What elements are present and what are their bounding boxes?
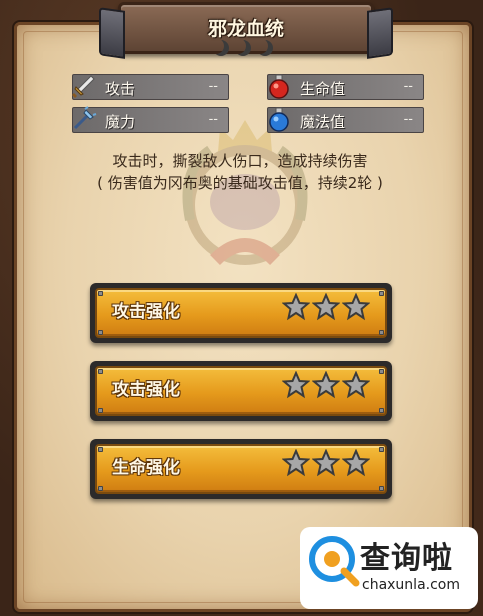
rivet [379,330,384,335]
upgrade-attack-button-2[interactable]: 攻击强化 [90,361,392,421]
rivet [98,369,103,374]
upgrade-hp-button[interactable]: 生命强化 [90,439,392,499]
star-rating [282,371,370,399]
star-icon [282,293,310,321]
watermark-text: 查询啦 [360,541,453,576]
moon-icon [257,40,273,56]
upgrade-label: 生命强化 [112,458,180,478]
rivet [98,486,103,491]
stat-value: -- [403,79,413,94]
star-icon [282,449,310,477]
stat-hp: 生命值 -- [267,74,424,100]
moon-icon [235,40,251,56]
rivet [379,408,384,413]
red-potion-icon [264,71,294,101]
rivet [379,486,384,491]
skill-description-line2: ( 伤害值为冈布奥的基础攻击值，持续2轮 ) [97,174,383,192]
star-icon [312,293,340,321]
site-watermark: 查询啦 chaxunla.com [300,527,478,609]
upgrade-label: 攻击强化 [112,380,180,400]
star-icon [342,449,370,477]
watermark-domain: chaxunla.com [362,577,460,593]
stat-value: -- [208,112,218,127]
star-rating [282,449,370,477]
rivet [379,291,384,296]
stat-label: 生命值 [300,80,346,98]
rivet [379,447,384,452]
upgrade-label: 攻击强化 [112,302,180,322]
stat-attack: 攻击 -- [72,74,229,100]
rivet [98,447,103,452]
star-rating [282,293,370,321]
stat-value: -- [403,112,413,127]
wand-icon [69,104,99,134]
star-icon [342,371,370,399]
star-icon [282,371,310,399]
stat-label: 攻击 [105,80,136,98]
rivet [98,330,103,335]
blue-potion-icon [264,104,294,134]
star-icon [342,293,370,321]
sword-icon [69,71,99,101]
stat-value: -- [208,79,218,94]
rivet [379,369,384,374]
upgrade-attack-button-1[interactable]: 攻击强化 [90,283,392,343]
stat-magic: 魔力 -- [69,104,229,134]
moon-icon [213,40,229,56]
watermark-logo-icon [309,536,360,587]
star-icon [312,371,340,399]
stat-label: 魔力 [105,113,136,131]
skill-level-moons [208,40,278,58]
star-icon [312,449,340,477]
skill-title: 邪龙血统 [207,18,284,40]
rivet [98,291,103,296]
stat-mp: 魔法值 -- [267,107,424,133]
stat-label: 魔法值 [300,113,346,131]
rivet [98,408,103,413]
skill-description-line1: 攻击时，撕裂敌人伤口，造成持续伤害 [112,152,368,170]
